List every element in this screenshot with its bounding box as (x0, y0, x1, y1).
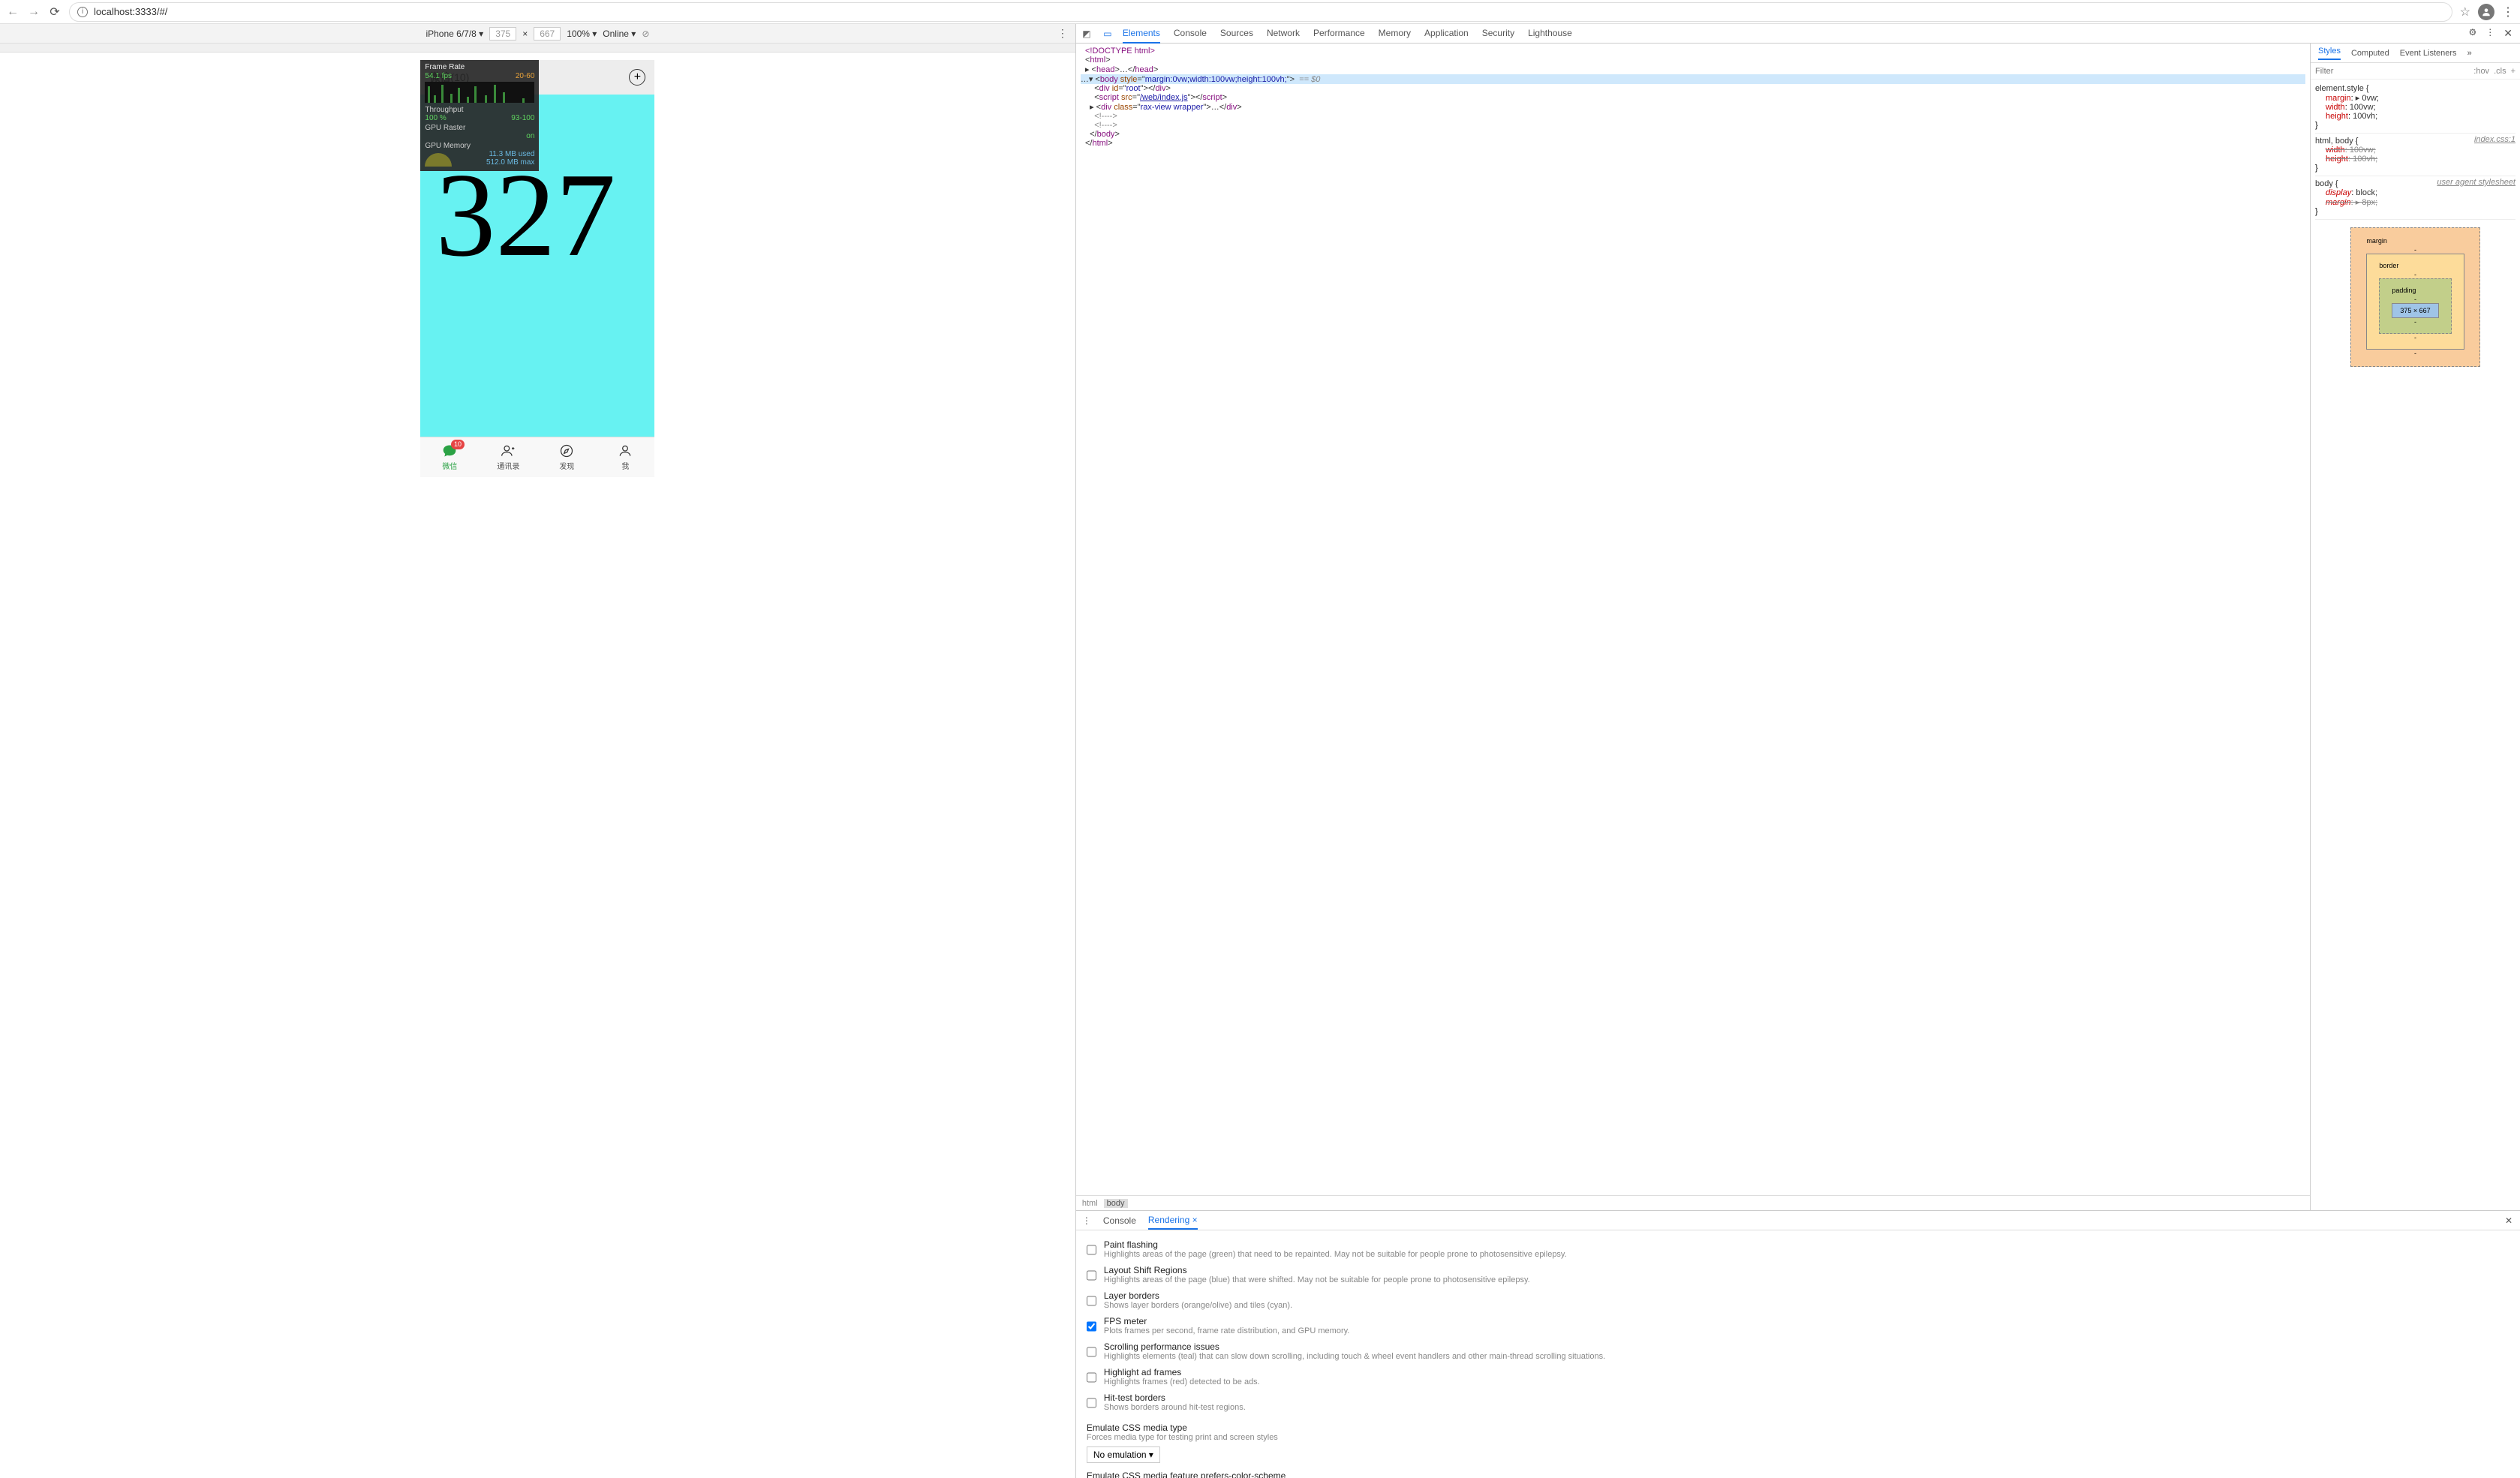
browser-toolbar: ← → ⟳ i localhost:3333/#/ ☆ ⋮ (0, 0, 2520, 24)
drawer-more-icon[interactable]: ⋮ (1082, 1215, 1091, 1226)
devtools-more-icon[interactable]: ⋮ (2485, 27, 2494, 40)
devtools-tab-console[interactable]: Console (1174, 24, 1207, 44)
address-bar[interactable]: i localhost:3333/#/ (69, 2, 2452, 22)
devtools-tab-performance[interactable]: Performance (1313, 24, 1365, 44)
rendering-option: FPS meterPlots frames per second, frame … (1087, 1313, 2509, 1338)
style-rules[interactable]: element.style { margin: ▸ 0vw; width: 10… (2311, 80, 2520, 1210)
rotate-icon[interactable]: ⊘ (642, 29, 649, 39)
forward-button[interactable]: → (27, 5, 41, 19)
fps-graph (425, 82, 534, 103)
device-select[interactable]: iPhone 6/7/8 ▾ (426, 29, 483, 39)
add-button[interactable]: + (629, 69, 645, 86)
tab-bar: 10 微信 通讯录 发现 (420, 437, 654, 477)
styles-tab[interactable]: Styles (2318, 47, 2341, 60)
viewport-height-input[interactable] (534, 27, 561, 41)
tab-contacts[interactable]: 通讯录 (479, 437, 537, 477)
rendering-option: Scrolling performance issuesHighlights e… (1087, 1338, 2509, 1364)
inspect-icon[interactable]: ◩ (1076, 29, 1097, 39)
box-model: margin- border- padding- 375 × 667 - - - (2315, 221, 2515, 373)
hov-toggle[interactable]: :hov (2473, 67, 2489, 76)
ruler-horizontal (0, 44, 1075, 53)
devtools-tabbar: ◩ ▭ Elements Console Sources Network Perform… (1076, 24, 2520, 44)
device-mode-icon[interactable]: ▭ (1097, 29, 1118, 39)
bookmark-icon[interactable]: ☆ (2460, 5, 2470, 20)
devtools-tab-elements[interactable]: Elements (1123, 24, 1160, 44)
styles-filter-input[interactable] (2315, 67, 2469, 76)
rendering-checkbox[interactable] (1087, 1241, 1096, 1259)
drawer-tab-console[interactable]: Console (1103, 1215, 1136, 1226)
tab-wechat[interactable]: 10 微信 (420, 437, 479, 477)
device-frame: Frame Rate 54.1 fps20-60 Throughput 100 … (420, 60, 654, 477)
viewport-width-input[interactable] (489, 27, 516, 41)
rendering-option: Layout Shift RegionsHighlights areas of … (1087, 1262, 2509, 1287)
devtools-tab-security[interactable]: Security (1482, 24, 1514, 44)
site-info-icon[interactable]: i (77, 7, 88, 17)
contacts-icon (499, 443, 517, 458)
big-number: 327 (435, 155, 615, 275)
devtools-tab-network[interactable]: Network (1267, 24, 1300, 44)
devtools-tab-sources[interactable]: Sources (1220, 24, 1253, 44)
rendering-checkbox[interactable] (1087, 1343, 1096, 1361)
devtools-drawer: ⋮ Console Rendering × ✕ Paint flashingHi… (1076, 1210, 2520, 1478)
fps-overlay: Frame Rate 54.1 fps20-60 Throughput 100 … (420, 60, 539, 171)
devtools-tab-application[interactable]: Application (1424, 24, 1469, 44)
emulate-media-select[interactable]: No emulation ▾ (1087, 1446, 1160, 1463)
rendering-checkbox[interactable] (1087, 1266, 1096, 1284)
new-rule-icon[interactable]: + (2511, 67, 2515, 76)
back-button[interactable]: ← (6, 5, 20, 19)
devtools-tab-lighthouse[interactable]: Lighthouse (1528, 24, 1572, 44)
dom-breadcrumbs[interactable]: html body (1076, 1195, 2310, 1210)
throttle-select[interactable]: Online ▾ (603, 29, 636, 39)
drawer-tab-rendering[interactable]: Rendering × (1148, 1212, 1198, 1230)
event-listeners-tab[interactable]: Event Listeners (2400, 49, 2457, 58)
rendering-checkbox[interactable] (1087, 1292, 1096, 1310)
styles-panel: Styles Computed Event Listeners » :hov .… (2310, 44, 2520, 1210)
computed-tab[interactable]: Computed (2351, 49, 2389, 58)
more-tabs-icon[interactable]: » (2467, 49, 2472, 58)
drawer-close-icon[interactable]: ✕ (2505, 1215, 2512, 1226)
rendering-option: Layer bordersShows layer borders (orange… (1087, 1287, 2509, 1313)
reload-button[interactable]: ⟳ (48, 5, 62, 19)
rendering-checkbox[interactable] (1087, 1368, 1096, 1386)
tab-discover[interactable]: 发现 (537, 437, 596, 477)
url-text: localhost:3333/#/ (94, 6, 167, 17)
dom-tree[interactable]: <!DOCTYPE html> <html> ▸ <head>…</head> … (1076, 44, 2310, 1195)
devtools-tab-memory[interactable]: Memory (1379, 24, 1411, 44)
rendering-option: Hit-test bordersShows borders around hit… (1087, 1389, 2509, 1415)
device-more-icon[interactable]: ⋮ (1057, 27, 1068, 40)
rendering-option: Paint flashingHighlights areas of the pa… (1087, 1236, 2509, 1262)
devtools-close-icon[interactable]: ✕ (2503, 27, 2512, 40)
tab-me[interactable]: 我 (596, 437, 654, 477)
rendering-checkbox[interactable] (1087, 1394, 1096, 1412)
settings-icon[interactable]: ⚙ (2469, 27, 2477, 40)
zoom-select[interactable]: 100% ▾ (567, 29, 597, 39)
rendering-checkbox[interactable] (1087, 1317, 1096, 1335)
device-toolbar: iPhone 6/7/8 ▾ × 100% ▾ Online ▾ ⊘ ⋮ (0, 24, 1075, 44)
rendering-option: Highlight ad framesHighlights frames (re… (1087, 1364, 2509, 1389)
compass-icon (558, 443, 576, 458)
profile-avatar-icon[interactable] (2478, 4, 2494, 20)
cls-toggle[interactable]: .cls (2494, 67, 2506, 76)
person-icon (616, 443, 634, 458)
tab-badge: 10 (451, 440, 465, 449)
browser-menu-icon[interactable]: ⋮ (2502, 5, 2514, 20)
